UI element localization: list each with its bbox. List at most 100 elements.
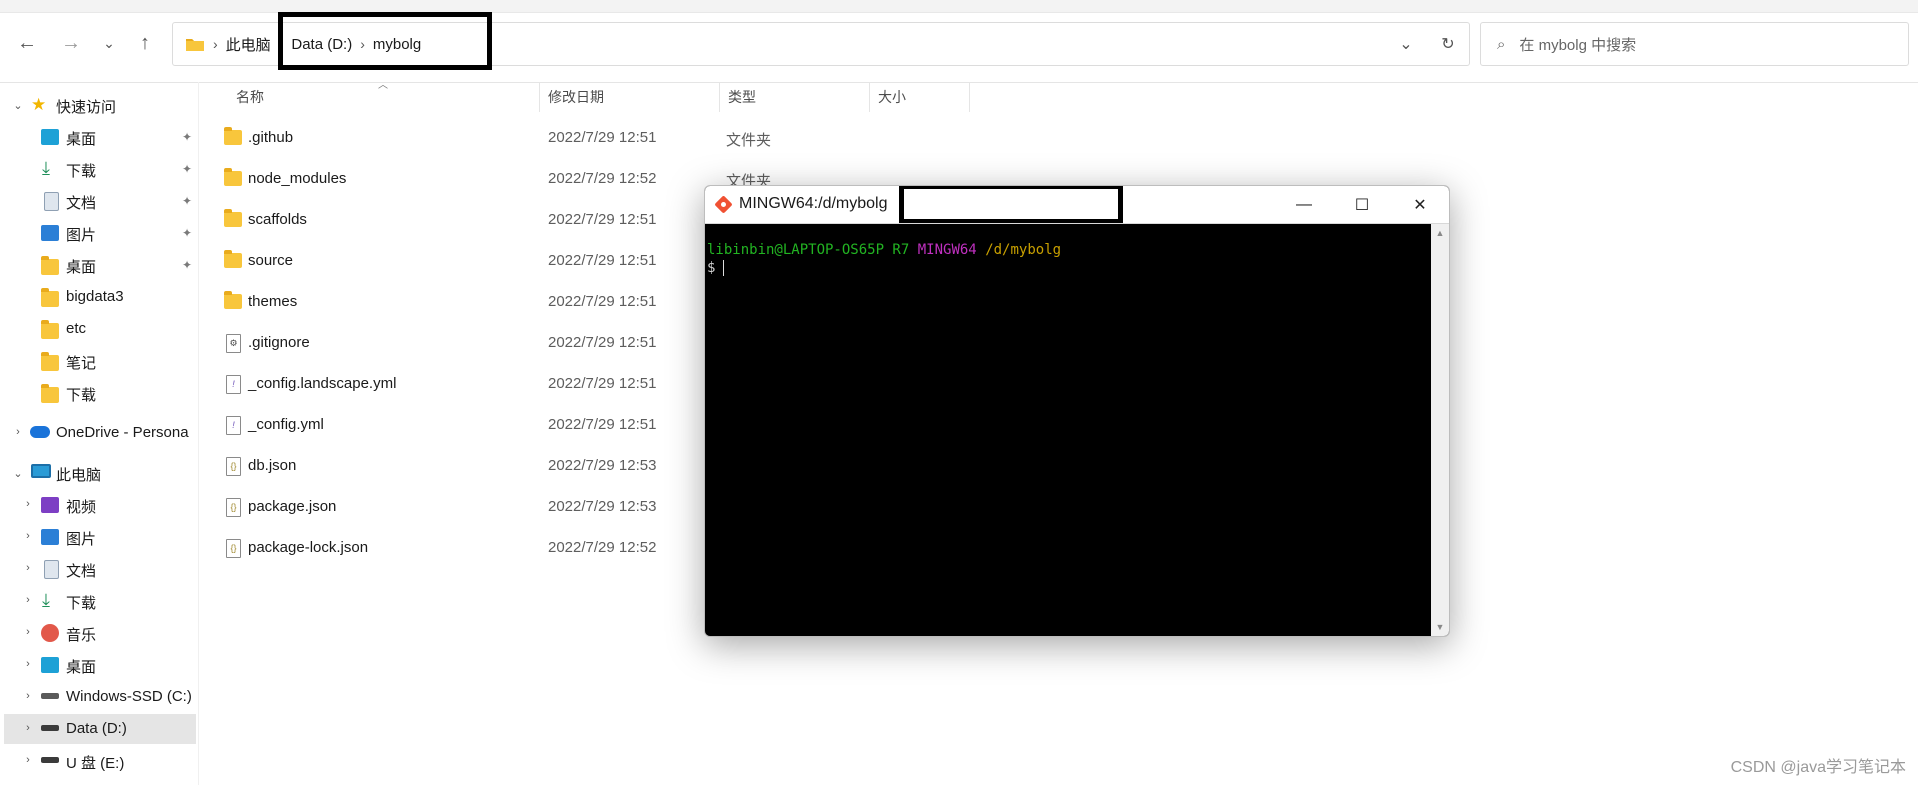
forward-button[interactable]: → [56, 28, 86, 58]
file-name: package.json [248, 498, 337, 515]
sidebar-item-quick-access[interactable]: ⌄ ★ 快速访问 [4, 90, 196, 120]
scroll-up-icon[interactable]: ▲ [1431, 224, 1449, 242]
prompt-path: /d/mybolg [985, 242, 1062, 258]
chevron-right-icon[interactable]: › [12, 426, 24, 438]
chevron-right-icon[interactable]: › [22, 754, 34, 766]
download-icon: ⤓ [42, 590, 50, 610]
back-button[interactable]: ← [12, 28, 42, 58]
maximize-button[interactable]: ☐ [1333, 186, 1391, 223]
table-row[interactable]: .github 2022/7/29 12:51 文件夹 [222, 120, 1122, 156]
chevron-right-icon[interactable]: › [22, 594, 34, 606]
sidebar-item-drive-e[interactable]: › U 盘 (E:) [4, 746, 196, 776]
yml-file-icon: ! [226, 375, 241, 394]
up-button[interactable]: ↑ [130, 28, 160, 58]
column-header-date[interactable]: 修改日期 [540, 82, 720, 112]
terminal-title-bar[interactable]: MINGW64:/d/mybolg — ☐ ✕ [705, 186, 1449, 224]
sidebar-item-onedrive[interactable]: › OneDrive - Persona [4, 418, 196, 448]
chevron-right-icon[interactable]: › [22, 658, 34, 670]
sidebar-item-pc-documents[interactable]: › 文档 [4, 554, 196, 584]
desktop-icon [41, 129, 59, 145]
sidebar-item-drive-c[interactable]: › Windows-SSD (C:) [4, 682, 196, 712]
sidebar-item-etc[interactable]: etc [4, 314, 196, 344]
chevron-down-icon[interactable]: ⌄ [12, 99, 24, 112]
sidebar-item-label: OneDrive - Persona [56, 424, 189, 441]
pictures-icon [41, 529, 59, 545]
sidebar-item-videos[interactable]: › 视频 [4, 490, 196, 520]
column-header-type[interactable]: 类型 [720, 82, 870, 112]
sidebar-item-pc-desktop[interactable]: › 桌面 [4, 650, 196, 680]
sidebar-item-notes[interactable]: 笔记 [4, 346, 196, 376]
chevron-right-icon[interactable]: › [22, 498, 34, 510]
chevron-right-icon[interactable]: › [22, 562, 34, 574]
terminal-scrollbar[interactable]: ▲ ▼ [1431, 224, 1449, 636]
sidebar-item-downloads-folder[interactable]: 下载 [4, 378, 196, 408]
file-name: db.json [248, 457, 297, 474]
sidebar-item-drive-d[interactable]: › Data (D:) [4, 714, 196, 744]
chevron-right-icon[interactable]: › [22, 690, 34, 702]
pin-icon[interactable]: ✦ [182, 226, 192, 240]
sidebar-item-label: 桌面 [66, 659, 97, 676]
sidebar-item-pc-pictures[interactable]: › 图片 [4, 522, 196, 552]
pin-icon[interactable]: ✦ [182, 162, 192, 176]
music-icon [41, 624, 59, 642]
pin-icon[interactable]: ✦ [182, 258, 192, 272]
column-header-size[interactable]: 大小 [870, 82, 970, 112]
sidebar-item-label: 下载 [66, 387, 97, 404]
drive-icon [41, 725, 59, 731]
terminal-title: MINGW64:/d/mybolg [739, 195, 888, 212]
file-date: 2022/7/29 12:51 [548, 129, 657, 146]
star-icon: ★ [31, 95, 47, 114]
pin-icon[interactable]: ✦ [182, 130, 192, 144]
sidebar-item-documents[interactable]: 文档 ✦ [4, 186, 196, 216]
search-box[interactable]: ⌕ 在 mybolg 中搜索 [1480, 22, 1909, 66]
sidebar-item-pictures[interactable]: 图片 ✦ [4, 218, 196, 248]
document-icon [44, 192, 59, 211]
breadcrumb-separator: › [213, 36, 218, 52]
terminal-window[interactable]: MINGW64:/d/mybolg — ☐ ✕ libinbin@LAPTOP-… [704, 185, 1450, 637]
sidebar-item-desktop-folder[interactable]: 桌面 ✦ [4, 250, 196, 280]
chevron-right-icon[interactable]: › [22, 722, 34, 734]
video-icon [41, 497, 59, 513]
pane-divider[interactable] [198, 82, 199, 785]
sidebar-item-label: 笔记 [66, 355, 97, 372]
chevron-right-icon[interactable]: › [22, 530, 34, 542]
sidebar-item-label: 桌面 [66, 259, 97, 276]
column-header-name[interactable]: 名称 [228, 82, 540, 112]
prompt-symbol: $ [707, 260, 716, 276]
recent-locations-button[interactable]: ⌄ [94, 28, 124, 58]
pin-icon[interactable]: ✦ [182, 194, 192, 208]
file-date: 2022/7/29 12:51 [548, 334, 657, 351]
breadcrumb-this-pc[interactable]: 此电脑 [226, 34, 271, 55]
json-file-icon: {} [226, 457, 241, 476]
watermark: CSDN @java学习笔记本 [1730, 759, 1906, 776]
folder-icon [224, 209, 242, 227]
folder-icon [224, 291, 242, 309]
navigation-pane: ⌄ ★ 快速访问 桌面 ✦ ⤓ 下载 ✦ 文档 ✦ 图片 ✦ 桌面 ✦ bigd… [0, 90, 196, 785]
sidebar-item-music[interactable]: › 音乐 [4, 618, 196, 648]
scroll-down-icon[interactable]: ▼ [1431, 618, 1449, 636]
address-bar-controls: ⌄ ↻ [1385, 23, 1469, 65]
terminal-output[interactable]: libinbin@LAPTOP-OS65P R7 MINGW64 /d/mybo… [705, 224, 1431, 636]
file-name: _config.landscape.yml [248, 375, 397, 392]
folder-icon [224, 127, 242, 145]
sidebar-item-label: 下载 [66, 163, 97, 180]
chevron-down-icon[interactable]: ⌄ [12, 467, 24, 480]
input-line[interactable]: $ [707, 260, 725, 276]
refresh-button[interactable]: ↻ [1427, 23, 1469, 65]
address-dropdown-button[interactable]: ⌄ [1385, 23, 1427, 65]
sidebar-item-downloads[interactable]: ⤓ 下载 ✦ [4, 154, 196, 184]
sidebar-item-label: 此电脑 [56, 467, 102, 484]
sidebar-item-this-pc[interactable]: ⌄ 此电脑 [4, 458, 196, 488]
config-file-icon: ⚙ [226, 334, 241, 353]
sidebar-item-bigdata3[interactable]: bigdata3 [4, 282, 196, 312]
minimize-button[interactable]: — [1275, 186, 1333, 223]
prompt-user-host: libinbin@LAPTOP-OS65P R7 [707, 242, 910, 258]
prompt-environment: MINGW64 [917, 242, 977, 258]
desktop-icon [41, 657, 59, 673]
close-button[interactable]: ✕ [1391, 186, 1449, 223]
json-file-icon: {} [226, 498, 241, 517]
chevron-right-icon[interactable]: › [22, 626, 34, 638]
pictures-icon [41, 225, 59, 241]
sidebar-item-desktop[interactable]: 桌面 ✦ [4, 122, 196, 152]
sidebar-item-pc-downloads[interactable]: › ⤓ 下载 [4, 586, 196, 616]
